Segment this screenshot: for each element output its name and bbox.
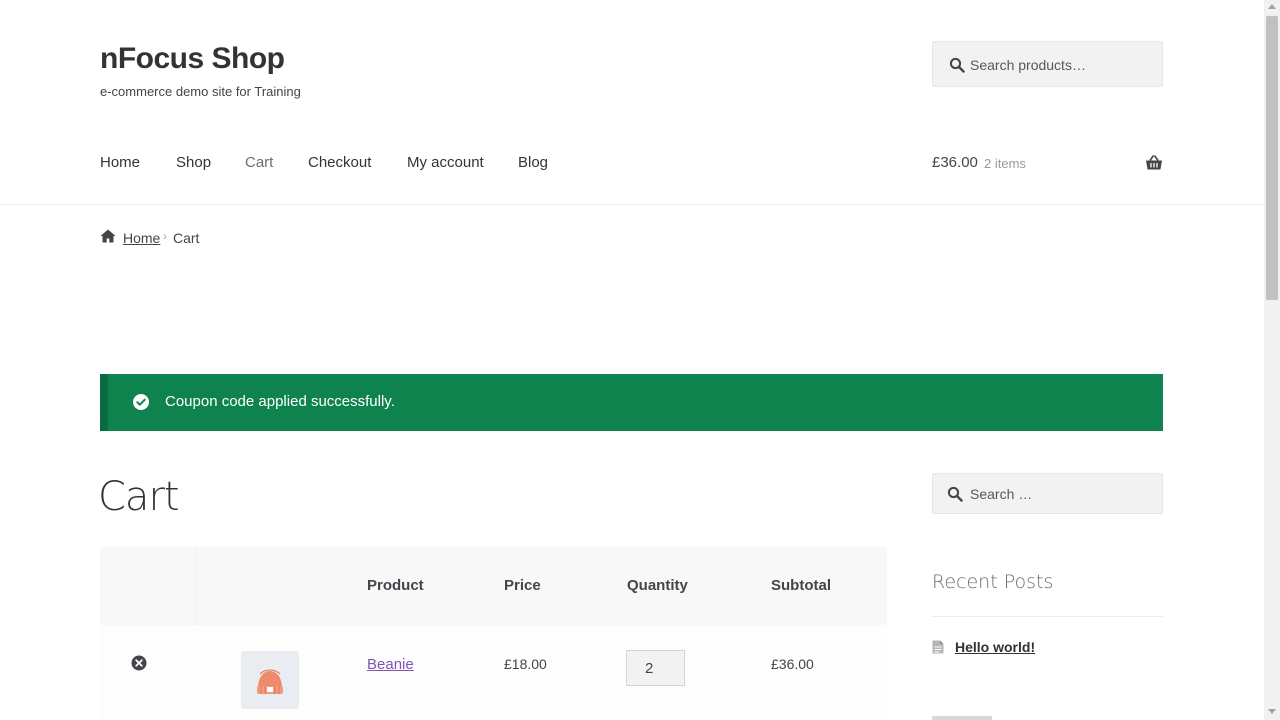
check-circle-icon xyxy=(133,394,149,410)
product-search-input[interactable]: Search products… xyxy=(932,41,1163,87)
scrollbar-thumb[interactable] xyxy=(1266,16,1278,300)
recent-post-link[interactable]: Hello world! xyxy=(955,639,1035,655)
nav-item-my-account[interactable]: My account xyxy=(407,154,484,171)
page: nFocus Shop e-commerce demo site for Tra… xyxy=(0,0,1264,720)
quantity-input[interactable]: 2 xyxy=(626,650,685,686)
scroll-down-arrow-icon[interactable] xyxy=(1268,709,1276,714)
product-link[interactable]: Beanie xyxy=(367,656,414,673)
mini-cart[interactable]: £36.00 2 items xyxy=(932,154,1163,178)
product-subtotal: £36.00 xyxy=(771,656,814,672)
nav-item-home[interactable]: Home xyxy=(100,154,140,171)
notice-message: Coupon code applied successfully. xyxy=(165,393,395,410)
sidebar-search-placeholder: Search … xyxy=(970,486,1033,502)
nav-item-cart[interactable]: Cart xyxy=(245,154,273,171)
table-row: Beanie £18.00 2 £36.00 xyxy=(100,625,887,720)
beanie-image xyxy=(257,669,283,694)
recent-posts-title: Recent Posts xyxy=(932,571,1054,593)
cart-table: Product Price Quantity Subtotal Beanie £… xyxy=(100,547,887,720)
document-icon xyxy=(932,640,944,654)
search-placeholder: Search products… xyxy=(970,57,1086,73)
site-description: e-commerce demo site for Training xyxy=(100,84,301,99)
nav-item-blog[interactable]: Blog xyxy=(518,154,548,171)
column-header-price: Price xyxy=(504,577,541,594)
basket-icon xyxy=(1146,155,1162,170)
column-header-quantity: Quantity xyxy=(627,577,688,594)
home-icon xyxy=(100,229,116,243)
header-divider xyxy=(196,547,197,625)
product-price: £18.00 xyxy=(504,656,547,672)
product-thumbnail[interactable] xyxy=(241,651,299,709)
nav-item-shop[interactable]: Shop xyxy=(176,154,211,171)
breadcrumb-home-link[interactable]: Home xyxy=(123,230,160,246)
column-header-subtotal: Subtotal xyxy=(771,577,831,594)
page-title: Cart xyxy=(98,474,180,520)
next-widget-title-partial xyxy=(932,716,992,720)
search-icon xyxy=(947,486,963,502)
breadcrumb-current: Cart xyxy=(173,230,200,246)
breadcrumb-separator: › xyxy=(163,229,167,243)
remove-item-icon[interactable] xyxy=(131,655,147,671)
nav-item-checkout[interactable]: Checkout xyxy=(308,154,371,171)
site-header: nFocus Shop e-commerce demo site for Tra… xyxy=(0,0,1264,205)
mini-cart-count: 2 items xyxy=(984,156,1026,171)
cart-table-header: Product Price Quantity Subtotal xyxy=(100,547,887,625)
search-icon xyxy=(949,57,965,73)
mini-cart-amount: £36.00 xyxy=(932,154,978,171)
widget-divider xyxy=(932,616,1163,617)
site-title[interactable]: nFocus Shop xyxy=(100,42,285,76)
scroll-up-arrow-icon[interactable] xyxy=(1268,4,1276,9)
sidebar-search-input[interactable]: Search … xyxy=(932,473,1163,514)
vertical-scrollbar[interactable] xyxy=(1264,0,1280,720)
success-notice: Coupon code applied successfully. xyxy=(100,374,1163,431)
column-header-product: Product xyxy=(367,577,424,594)
